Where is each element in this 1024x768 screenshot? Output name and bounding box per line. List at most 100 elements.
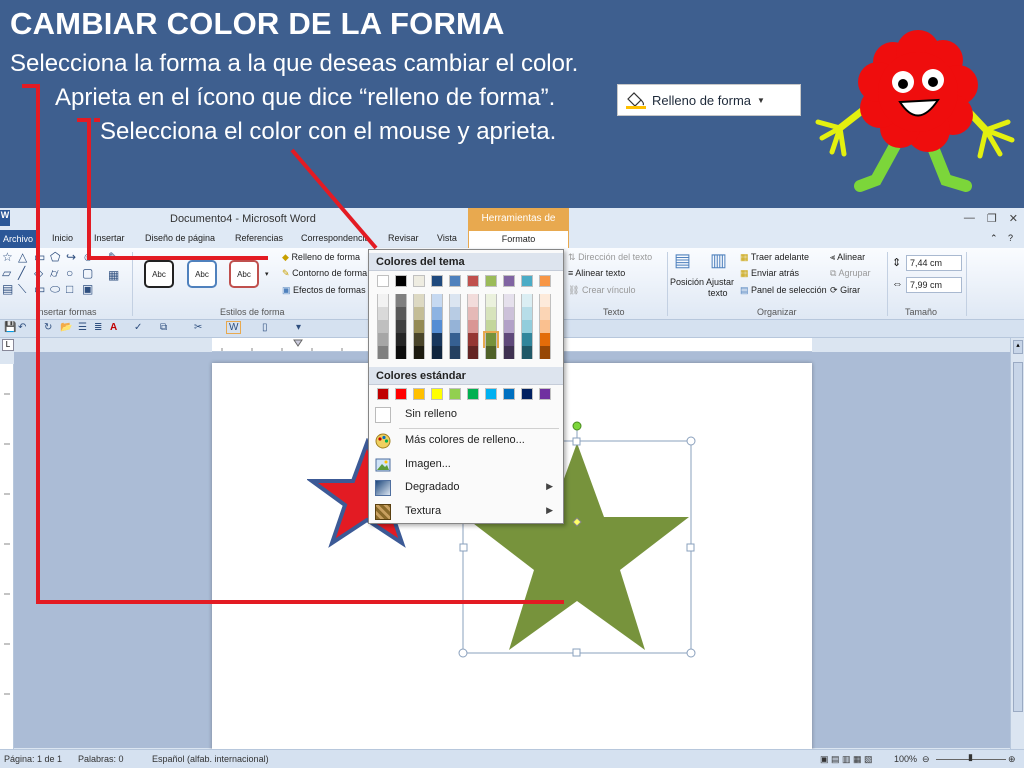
degradado-item[interactable]: Degradado ▶ <box>369 477 563 499</box>
theme-shade-swatch[interactable] <box>467 307 479 320</box>
edit-shape-icon[interactable]: ✎ <box>108 250 118 264</box>
crear-vinculo-button[interactable]: ⛓ Crear vínculo <box>568 285 635 296</box>
direccion-del-texto-button[interactable]: ⇅ Dirección del texto <box>568 252 652 263</box>
theme-shade-swatch[interactable] <box>377 346 389 359</box>
diamond-shape-icon[interactable]: ◇ <box>34 266 43 280</box>
tab-archivo[interactable]: Archivo <box>0 230 36 248</box>
theme-shade-swatch[interactable] <box>431 320 443 333</box>
restore-icon[interactable]: ❐ <box>987 212 997 225</box>
shape-style-red[interactable]: Abc <box>229 260 259 288</box>
theme-color-swatch[interactable] <box>377 275 389 287</box>
callout-shape-icon[interactable]: ▤ <box>2 282 13 296</box>
theme-shade-swatch[interactable] <box>413 320 425 333</box>
theme-shade-swatch[interactable] <box>483 331 499 348</box>
theme-shade-swatch[interactable] <box>449 333 461 346</box>
zoom-slider-thumb-icon[interactable]: ▮ <box>968 752 973 763</box>
customize-toolbar-icon[interactable]: ▾ <box>296 322 301 333</box>
zoom-in-icon[interactable]: ⊕ <box>1008 754 1016 765</box>
cylinder-shape-icon[interactable]: ⌭ <box>50 266 59 281</box>
textura-item[interactable]: Textura ▶ <box>369 501 563 523</box>
theme-shade-swatch[interactable] <box>395 294 407 307</box>
oval-shape-icon[interactable]: ⬭ <box>50 282 60 297</box>
save-icon[interactable]: 💾 <box>4 322 16 333</box>
minimize-icon[interactable]: — <box>964 212 975 225</box>
open-icon[interactable]: 📂 <box>60 322 72 333</box>
theme-color-swatch[interactable] <box>431 275 443 287</box>
standard-color-swatch[interactable] <box>395 388 407 400</box>
pentagon-shape-icon[interactable]: ⬠ <box>50 250 60 264</box>
vertical-ruler[interactable] <box>0 364 14 750</box>
theme-shade-swatch[interactable] <box>449 307 461 320</box>
tab-referencias[interactable]: Referencias <box>235 233 283 243</box>
rectangle-shape-icon[interactable]: ▭ <box>34 250 45 264</box>
theme-shade-swatch[interactable] <box>413 307 425 320</box>
styles-scroll-icon[interactable]: ▾ <box>265 270 269 278</box>
theme-shade-swatch[interactable] <box>377 320 389 333</box>
word-icon[interactable]: W <box>226 321 242 334</box>
wrap-text-icon[interactable]: ▥ <box>710 250 727 271</box>
standard-color-swatch[interactable] <box>485 388 497 400</box>
imagen-item[interactable]: Imagen... <box>369 454 563 476</box>
theme-shade-swatch[interactable] <box>521 294 533 307</box>
relleno-de-forma-button[interactable]: ◆ Relleno de forma <box>282 252 360 263</box>
girar-button[interactable]: ⟳ Girar <box>830 285 860 296</box>
copy-icon[interactable]: ⧉ <box>160 322 167 333</box>
tab-insertar[interactable]: Insertar <box>94 233 125 243</box>
undo-icon[interactable]: ↶ <box>18 322 26 333</box>
theme-shade-swatch[interactable] <box>485 294 497 307</box>
zoom-out-icon[interactable]: ⊖ <box>922 754 930 765</box>
theme-shade-swatch[interactable] <box>467 320 479 333</box>
redo-icon[interactable]: ↻ <box>44 322 52 333</box>
theme-color-swatch[interactable] <box>449 275 461 287</box>
font-color-icon[interactable]: A <box>110 322 117 333</box>
position-icon[interactable]: ▤ <box>674 250 691 271</box>
tab-diseno[interactable]: Diseño de página <box>145 233 215 243</box>
standard-color-swatch[interactable] <box>521 388 533 400</box>
theme-shade-swatch[interactable] <box>413 333 425 346</box>
theme-shade-swatch[interactable] <box>503 320 515 333</box>
standard-color-swatch[interactable] <box>467 388 479 400</box>
mas-colores-item[interactable]: Más colores de relleno... <box>369 430 563 452</box>
theme-shade-swatch[interactable] <box>467 333 479 346</box>
theme-shade-swatch[interactable] <box>503 294 515 307</box>
theme-color-swatch[interactable] <box>485 275 497 287</box>
theme-shade-swatch[interactable] <box>485 307 497 320</box>
cut-icon[interactable]: ✂ <box>194 322 202 333</box>
view-buttons-icon[interactable]: ▣ ▤ ▥ ▦ ▧ <box>820 754 873 765</box>
theme-color-swatch[interactable] <box>395 275 407 287</box>
page-count[interactable]: Página: 1 de 1 <box>4 754 62 764</box>
theme-shade-swatch[interactable] <box>503 346 515 359</box>
triangle-shape-icon[interactable]: △ <box>18 250 27 264</box>
standard-color-swatch[interactable] <box>449 388 461 400</box>
theme-shade-swatch[interactable] <box>413 346 425 359</box>
text-box-icon[interactable]: ▦ <box>108 268 119 282</box>
theme-shade-swatch[interactable] <box>539 346 551 359</box>
theme-shade-swatch[interactable] <box>503 333 515 346</box>
parallelogram-shape-icon[interactable]: ▱ <box>2 266 11 280</box>
shape-style-black[interactable]: Abc <box>144 260 174 288</box>
contorno-de-forma-button[interactable]: ✎ Contorno de forma <box>282 268 367 279</box>
frame-shape-icon[interactable]: ▣ <box>82 282 93 296</box>
posicion-button[interactable]: Posición <box>670 277 704 287</box>
alinear-button[interactable]: ⫷ Alinear <box>830 252 865 263</box>
spelling-icon[interactable]: ✓ <box>134 322 142 333</box>
tab-inicio[interactable]: Inicio <box>52 233 73 243</box>
arrow-shape-icon[interactable]: ↪ <box>66 250 76 264</box>
theme-shade-swatch[interactable] <box>467 294 479 307</box>
vertical-scrollbar[interactable]: ▴ <box>1010 338 1024 750</box>
new-document-icon[interactable]: ▯ <box>262 322 268 333</box>
rotation-handle-icon[interactable] <box>572 421 582 431</box>
shape-style-blue[interactable]: Abc <box>187 260 217 288</box>
standard-color-swatch[interactable] <box>431 388 443 400</box>
theme-color-swatch[interactable] <box>467 275 479 287</box>
panel-seleccion-button[interactable]: ▤ Panel de selección <box>740 285 827 296</box>
connector-shape-icon[interactable]: ⟍ <box>18 282 26 297</box>
ajustar-texto-button[interactable]: Ajustar <box>706 277 734 287</box>
theme-shade-swatch[interactable] <box>539 333 551 346</box>
traer-adelante-button[interactable]: ▦ Traer adelante <box>740 252 809 263</box>
help-icon[interactable]: ? <box>1008 233 1013 243</box>
theme-shade-swatch[interactable] <box>431 333 443 346</box>
line-shape-icon[interactable]: ╱ <box>18 266 25 280</box>
list-icon[interactable]: ☰ <box>78 322 87 333</box>
agrupar-button[interactable]: ⧉ Agrupar <box>830 268 870 279</box>
